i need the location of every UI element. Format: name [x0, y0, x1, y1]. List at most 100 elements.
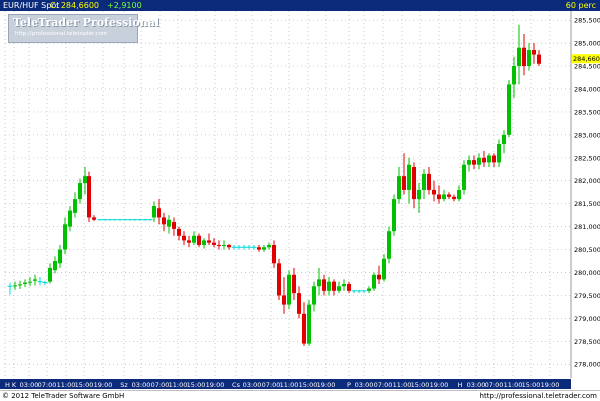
candle-body[interactable]: [277, 263, 281, 296]
candle-body[interactable]: [457, 189, 461, 200]
candle-body[interactable]: [447, 194, 451, 197]
candle-body[interactable]: [83, 176, 87, 184]
candle-body[interactable]: [197, 235, 201, 245]
x-tick-label: 11:00: [280, 381, 299, 389]
candle-body[interactable]: [507, 84, 511, 135]
candle-body[interactable]: [462, 164, 466, 190]
candle-body[interactable]: [152, 205, 156, 218]
candle-body[interactable]: [532, 49, 536, 55]
candle-body[interactable]: [63, 224, 67, 250]
candle-body[interactable]: [497, 144, 501, 163]
candle-body[interactable]: [327, 281, 331, 291]
candle-body[interactable]: [177, 228, 181, 236]
y-tick-label: 285,5000: [574, 17, 600, 25]
candle-body[interactable]: [207, 240, 211, 243]
candle-body[interactable]: [347, 283, 351, 291]
y-tick-label: 278,0000: [574, 361, 600, 369]
candle-body[interactable]: [387, 231, 391, 259]
candle-body[interactable]: [407, 164, 411, 190]
candle-body[interactable]: [502, 134, 506, 145]
candle-body[interactable]: [322, 279, 326, 291]
candle-body[interactable]: [482, 157, 486, 163]
logo-name: TeleTrader Professional: [13, 16, 160, 29]
candle-body[interactable]: [312, 286, 316, 305]
candle-body[interactable]: [227, 244, 231, 248]
candle-body[interactable]: [372, 274, 376, 289]
candle-body[interactable]: [392, 199, 396, 232]
candle-body[interactable]: [477, 157, 481, 165]
candle-body[interactable]: [167, 219, 171, 227]
candle-body[interactable]: [287, 274, 291, 305]
candle-body[interactable]: [422, 173, 426, 190]
candle-body[interactable]: [517, 47, 521, 67]
candle-body[interactable]: [262, 247, 266, 250]
candle-body[interactable]: [73, 199, 77, 213]
candle-body[interactable]: [512, 66, 516, 85]
last-price-label: 284,6600: [573, 55, 600, 63]
x-tick-label: 11:00: [393, 381, 412, 389]
candle-body[interactable]: [332, 281, 336, 291]
candle-body[interactable]: [92, 217, 96, 220]
candle-body[interactable]: [412, 166, 416, 200]
candle-body[interactable]: [28, 281, 32, 283]
price-chart[interactable]: 278,0000 278,5000 279,0000 279,5000 280,0000…: [0, 0, 600, 390]
x-tick-label: 03:00: [355, 381, 374, 389]
candle-body[interactable]: [53, 261, 57, 271]
candle-body[interactable]: [427, 173, 431, 190]
candle-body[interactable]: [182, 235, 186, 241]
candle-body[interactable]: [13, 285, 17, 287]
candle-body[interactable]: [23, 282, 27, 284]
candle-body[interactable]: [522, 47, 526, 67]
x-tick-label: 15:00: [522, 381, 541, 389]
candle-body[interactable]: [442, 194, 446, 200]
candle-body[interactable]: [202, 240, 206, 245]
candle-body[interactable]: [162, 217, 166, 225]
candle-body[interactable]: [217, 244, 221, 246]
candle-body[interactable]: [18, 284, 22, 286]
candle-body[interactable]: [297, 293, 301, 314]
candle-body[interactable]: [292, 274, 296, 294]
x-tick-label: 19:00: [94, 381, 113, 389]
candle-body[interactable]: [472, 160, 476, 165]
candle-body[interactable]: [437, 194, 441, 200]
candle-body[interactable]: [33, 279, 37, 281]
x-tick-label: 03:00: [243, 381, 262, 389]
candle-body[interactable]: [377, 274, 381, 280]
candle-body[interactable]: [272, 244, 276, 264]
candle-body[interactable]: [192, 235, 196, 243]
y-tick-label: 282,5000: [574, 154, 600, 162]
candle-body[interactable]: [337, 286, 341, 291]
candle-body[interactable]: [317, 279, 321, 287]
candle-body[interactable]: [267, 244, 271, 248]
candle-body[interactable]: [382, 258, 386, 280]
candle-body[interactable]: [78, 183, 82, 200]
candle-body[interactable]: [467, 160, 471, 165]
candle-body[interactable]: [48, 267, 52, 282]
candle-body[interactable]: [417, 189, 421, 200]
candle-body[interactable]: [487, 155, 491, 163]
candle-body[interactable]: [397, 176, 401, 200]
candle-body[interactable]: [212, 242, 216, 245]
candle-body[interactable]: [432, 189, 436, 195]
candle-body[interactable]: [367, 288, 371, 291]
candle-body[interactable]: [452, 196, 456, 200]
axis-corner: [571, 379, 600, 389]
candle-body[interactable]: [537, 54, 541, 64]
candle-body[interactable]: [157, 208, 161, 218]
candle-body[interactable]: [87, 176, 91, 218]
x-tick-label: 07:00: [151, 381, 170, 389]
candle-body[interactable]: [492, 155, 496, 163]
candle-body[interactable]: [172, 222, 176, 229]
candle-body[interactable]: [307, 304, 311, 344]
candle-body[interactable]: [58, 249, 62, 264]
candle-body[interactable]: [222, 244, 226, 246]
candle-body[interactable]: [282, 295, 286, 305]
candle-body[interactable]: [68, 210, 72, 227]
candle-body[interactable]: [402, 176, 406, 190]
x-tick-label: 03:00: [20, 381, 39, 389]
candle-body[interactable]: [187, 240, 191, 243]
candle-body[interactable]: [342, 283, 346, 287]
candle-body[interactable]: [302, 313, 306, 344]
candle-body[interactable]: [527, 49, 531, 67]
candle-body[interactable]: [257, 247, 261, 250]
